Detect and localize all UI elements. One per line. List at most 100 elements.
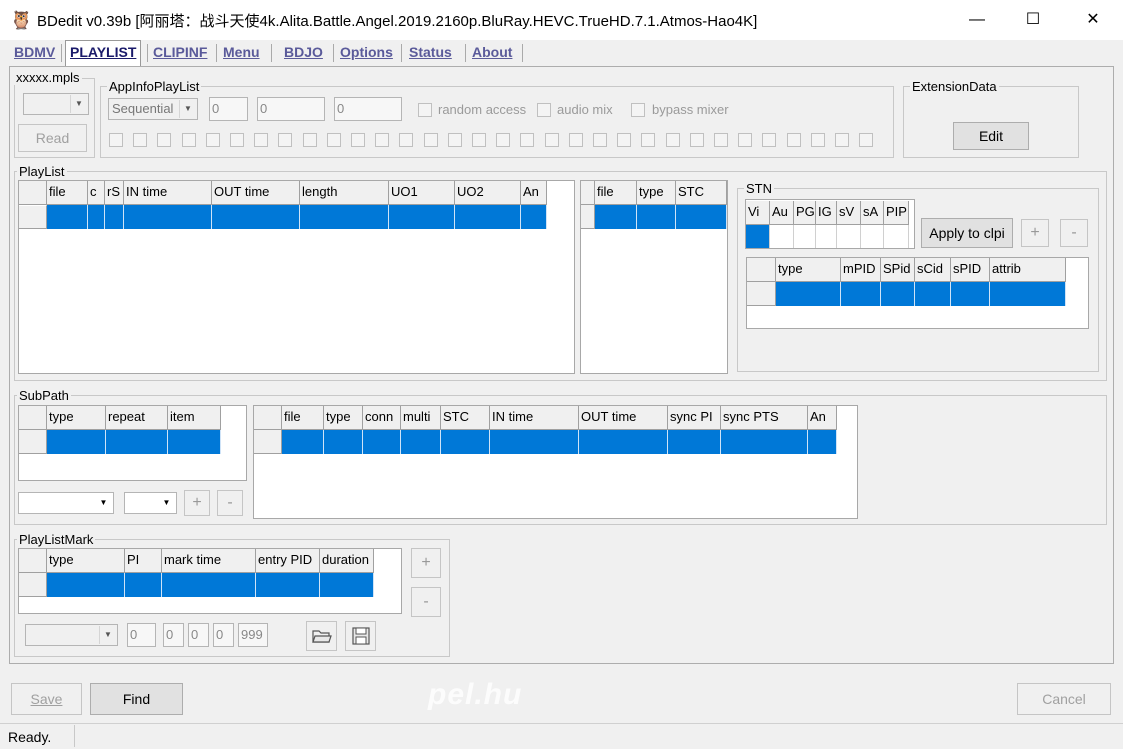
uo-mask-checkbox[interactable] xyxy=(326,133,341,147)
stream-col-header[interactable]: SPid xyxy=(881,258,915,282)
playitem-selected-cell[interactable] xyxy=(300,205,389,229)
mark-col-header[interactable]: duration xyxy=(320,549,374,573)
subpath-col-header[interactable]: type xyxy=(47,406,106,430)
uo-mask-checkbox[interactable] xyxy=(423,133,438,147)
playitem-selected-cell[interactable] xyxy=(124,205,212,229)
cancel-button[interactable]: Cancel xyxy=(1017,683,1111,715)
mark-time-h-field[interactable]: 0 xyxy=(163,623,184,647)
clip-selected-cell[interactable] xyxy=(595,205,637,229)
clip-col-header[interactable]: file xyxy=(595,181,637,205)
subpath-add-button[interactable]: + xyxy=(184,490,210,516)
uo-mask-checkbox[interactable] xyxy=(568,133,583,147)
uo-mask-checkbox[interactable] xyxy=(205,133,220,147)
uo-mask-checkbox[interactable] xyxy=(496,133,511,147)
uo-mask-checkbox[interactable] xyxy=(351,133,365,147)
stn-count-cell[interactable] xyxy=(746,225,770,248)
stn-col-header[interactable]: sV xyxy=(837,201,861,225)
mark-col-header[interactable]: mark time xyxy=(162,549,256,573)
subplayitem-selected-cell[interactable] xyxy=(579,430,668,454)
clip-col-header[interactable]: STC xyxy=(676,181,727,205)
playitem-selected-cell[interactable] xyxy=(455,205,521,229)
uo-mask-checkbox[interactable] xyxy=(230,133,244,147)
stn-count-cell[interactable] xyxy=(794,225,816,248)
playitem-selected-cell[interactable] xyxy=(212,205,300,229)
uo-mask-checkbox[interactable] xyxy=(520,133,535,147)
stn-col-header[interactable]: PG xyxy=(794,201,816,225)
tab-options[interactable]: Options xyxy=(336,41,397,65)
apply-to-clpi-button[interactable]: Apply to clpi xyxy=(921,218,1013,248)
stream-selected-cell[interactable] xyxy=(951,282,990,306)
tab-status[interactable]: Status xyxy=(405,41,456,65)
subpath-selected-cell[interactable] xyxy=(168,430,221,454)
uo-mask-checkbox[interactable] xyxy=(665,133,680,147)
uo-mask-checkbox[interactable] xyxy=(302,133,317,147)
find-button[interactable]: Find xyxy=(90,683,183,715)
subplayitem-selected-cell[interactable] xyxy=(324,430,363,454)
stream-col-header[interactable]: sPID xyxy=(951,258,990,282)
subplayitem-col-header[interactable]: conn xyxy=(363,406,401,430)
subplayitem-selected-cell[interactable] xyxy=(282,430,324,454)
tab-clipinf[interactable]: CLIPINF xyxy=(149,41,211,65)
uo-mask-checkbox[interactable] xyxy=(181,133,196,147)
stream-selected-cell[interactable] xyxy=(776,282,841,306)
stream-selected-cell[interactable] xyxy=(990,282,1066,306)
subpath-selected-cell[interactable] xyxy=(47,430,106,454)
playitem-col-header[interactable]: IN time xyxy=(124,181,212,205)
playitem-selected-cell[interactable] xyxy=(105,205,124,229)
mark-remove-button[interactable]: - xyxy=(411,587,441,617)
uo-mask-checkbox[interactable] xyxy=(593,133,607,147)
playitem-col-header[interactable]: c xyxy=(88,181,105,205)
read-button[interactable]: Read xyxy=(18,124,87,152)
tab-bdjo[interactable]: BDJO xyxy=(280,41,327,65)
subplayitem-selected-cell[interactable] xyxy=(668,430,721,454)
stn-count-cell[interactable] xyxy=(861,225,884,248)
stn-count-cell[interactable] xyxy=(816,225,837,248)
playitem-selected-cell[interactable] xyxy=(47,205,88,229)
playitem-col-header[interactable]: rS xyxy=(105,181,124,205)
mark-selected-cell[interactable] xyxy=(162,573,256,597)
stn-col-header[interactable]: Vi xyxy=(746,201,770,225)
clip-selected-cell[interactable] xyxy=(637,205,676,229)
row-header[interactable] xyxy=(19,205,47,229)
mark-col-header[interactable]: type xyxy=(47,549,125,573)
audio-mix-checkbox[interactable] xyxy=(537,103,551,117)
playitem-col-header[interactable]: UO1 xyxy=(389,181,455,205)
stn-col-header[interactable]: PIP xyxy=(884,201,909,225)
subplayitem-col-header[interactable]: sync PI xyxy=(668,406,721,430)
uo-mask-checkbox[interactable] xyxy=(689,133,704,147)
mark-selected-cell[interactable] xyxy=(125,573,162,597)
uo-mask-checkbox[interactable] xyxy=(617,133,632,147)
mark-selected-cell[interactable] xyxy=(320,573,374,597)
playitem-col-header[interactable]: An xyxy=(521,181,547,205)
tab-about[interactable]: About xyxy=(468,41,516,65)
playitem-col-header[interactable]: UO2 xyxy=(455,181,521,205)
subplayitem-col-header[interactable]: file xyxy=(282,406,324,430)
playitem-col-header[interactable]: OUT time xyxy=(212,181,300,205)
subplayitem-col-header[interactable]: OUT time xyxy=(579,406,668,430)
stn-count-cell[interactable] xyxy=(837,225,861,248)
maximize-button[interactable]: ☐ xyxy=(1004,0,1062,40)
uo-mask-checkbox[interactable] xyxy=(859,133,874,147)
clip-selected-cell[interactable] xyxy=(676,205,727,229)
uo-mask-checkbox[interactable] xyxy=(447,133,462,147)
subplayitem-selected-cell[interactable] xyxy=(401,430,441,454)
row-header[interactable] xyxy=(254,430,282,454)
minimize-button[interactable]: — xyxy=(948,0,1006,40)
close-button[interactable]: ✕ xyxy=(1064,0,1122,40)
uo-mask-checkbox[interactable] xyxy=(786,133,801,147)
uo-mask-checkbox[interactable] xyxy=(810,133,825,147)
tab-bdmv[interactable]: BDMV xyxy=(10,41,59,65)
playitem-selected-cell[interactable] xyxy=(521,205,547,229)
mark-pi-field[interactable]: 0 xyxy=(127,623,156,647)
extension-edit-button[interactable]: Edit xyxy=(953,122,1029,150)
stream-selected-cell[interactable] xyxy=(841,282,881,306)
clip-col-header[interactable]: type xyxy=(637,181,676,205)
stn-remove-button[interactable]: - xyxy=(1060,219,1088,247)
stn-col-header[interactable]: IG xyxy=(816,201,837,225)
appinfo-field-1[interactable]: 0 xyxy=(209,97,248,121)
open-folder-button[interactable] xyxy=(306,621,337,651)
stn-add-button[interactable]: + xyxy=(1021,219,1049,247)
uo-mask-checkbox[interactable] xyxy=(714,133,728,147)
playitem-selected-cell[interactable] xyxy=(389,205,455,229)
uo-mask-checkbox[interactable] xyxy=(375,133,390,147)
